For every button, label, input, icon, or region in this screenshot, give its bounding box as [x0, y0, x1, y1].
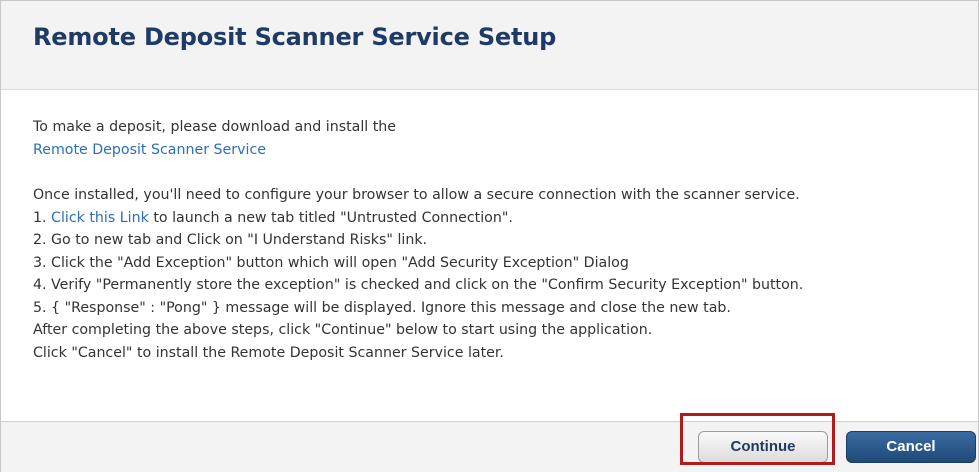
intro-text: To make a deposit, please download and i…	[33, 119, 397, 135]
step-4: 4. Verify "Permanently store the excepti…	[33, 277, 804, 293]
dialog-title: Remote Deposit Scanner Service Setup	[33, 23, 557, 51]
after-steps-text: After completing the above steps, click …	[33, 322, 653, 338]
step-2: 2. Go to new tab and Click on "I Underst…	[33, 232, 428, 248]
download-scanner-service-link[interactable]: Remote Deposit Scanner Service	[33, 142, 266, 158]
dialog-header: Remote Deposit Scanner Service Setup	[1, 1, 978, 90]
step-1-suffix: to launch a new tab titled "Untrusted Co…	[148, 209, 513, 226]
dialog-body: To make a deposit, please download and i…	[33, 116, 963, 364]
step-1: 1. Click this Link to launch a new tab t…	[33, 207, 963, 230]
click-this-link[interactable]: Click this Link	[51, 210, 149, 226]
setup-dialog: Remote Deposit Scanner Service Setup To …	[0, 0, 979, 472]
configure-text: Once installed, you'll need to configure…	[33, 187, 800, 203]
step-1-prefix: 1.	[33, 209, 52, 226]
cancel-instructions-text: Click "Cancel" to install the Remote Dep…	[33, 344, 504, 361]
step-3: 3. Click the "Add Exception" button whic…	[33, 254, 629, 271]
cancel-button[interactable]: Cancel	[846, 431, 976, 463]
step-5: 5. { "Response" : "Pong" } message will …	[33, 299, 731, 316]
continue-highlight-box	[680, 413, 835, 465]
download-line: Remote Deposit Scanner Service	[33, 139, 963, 162]
